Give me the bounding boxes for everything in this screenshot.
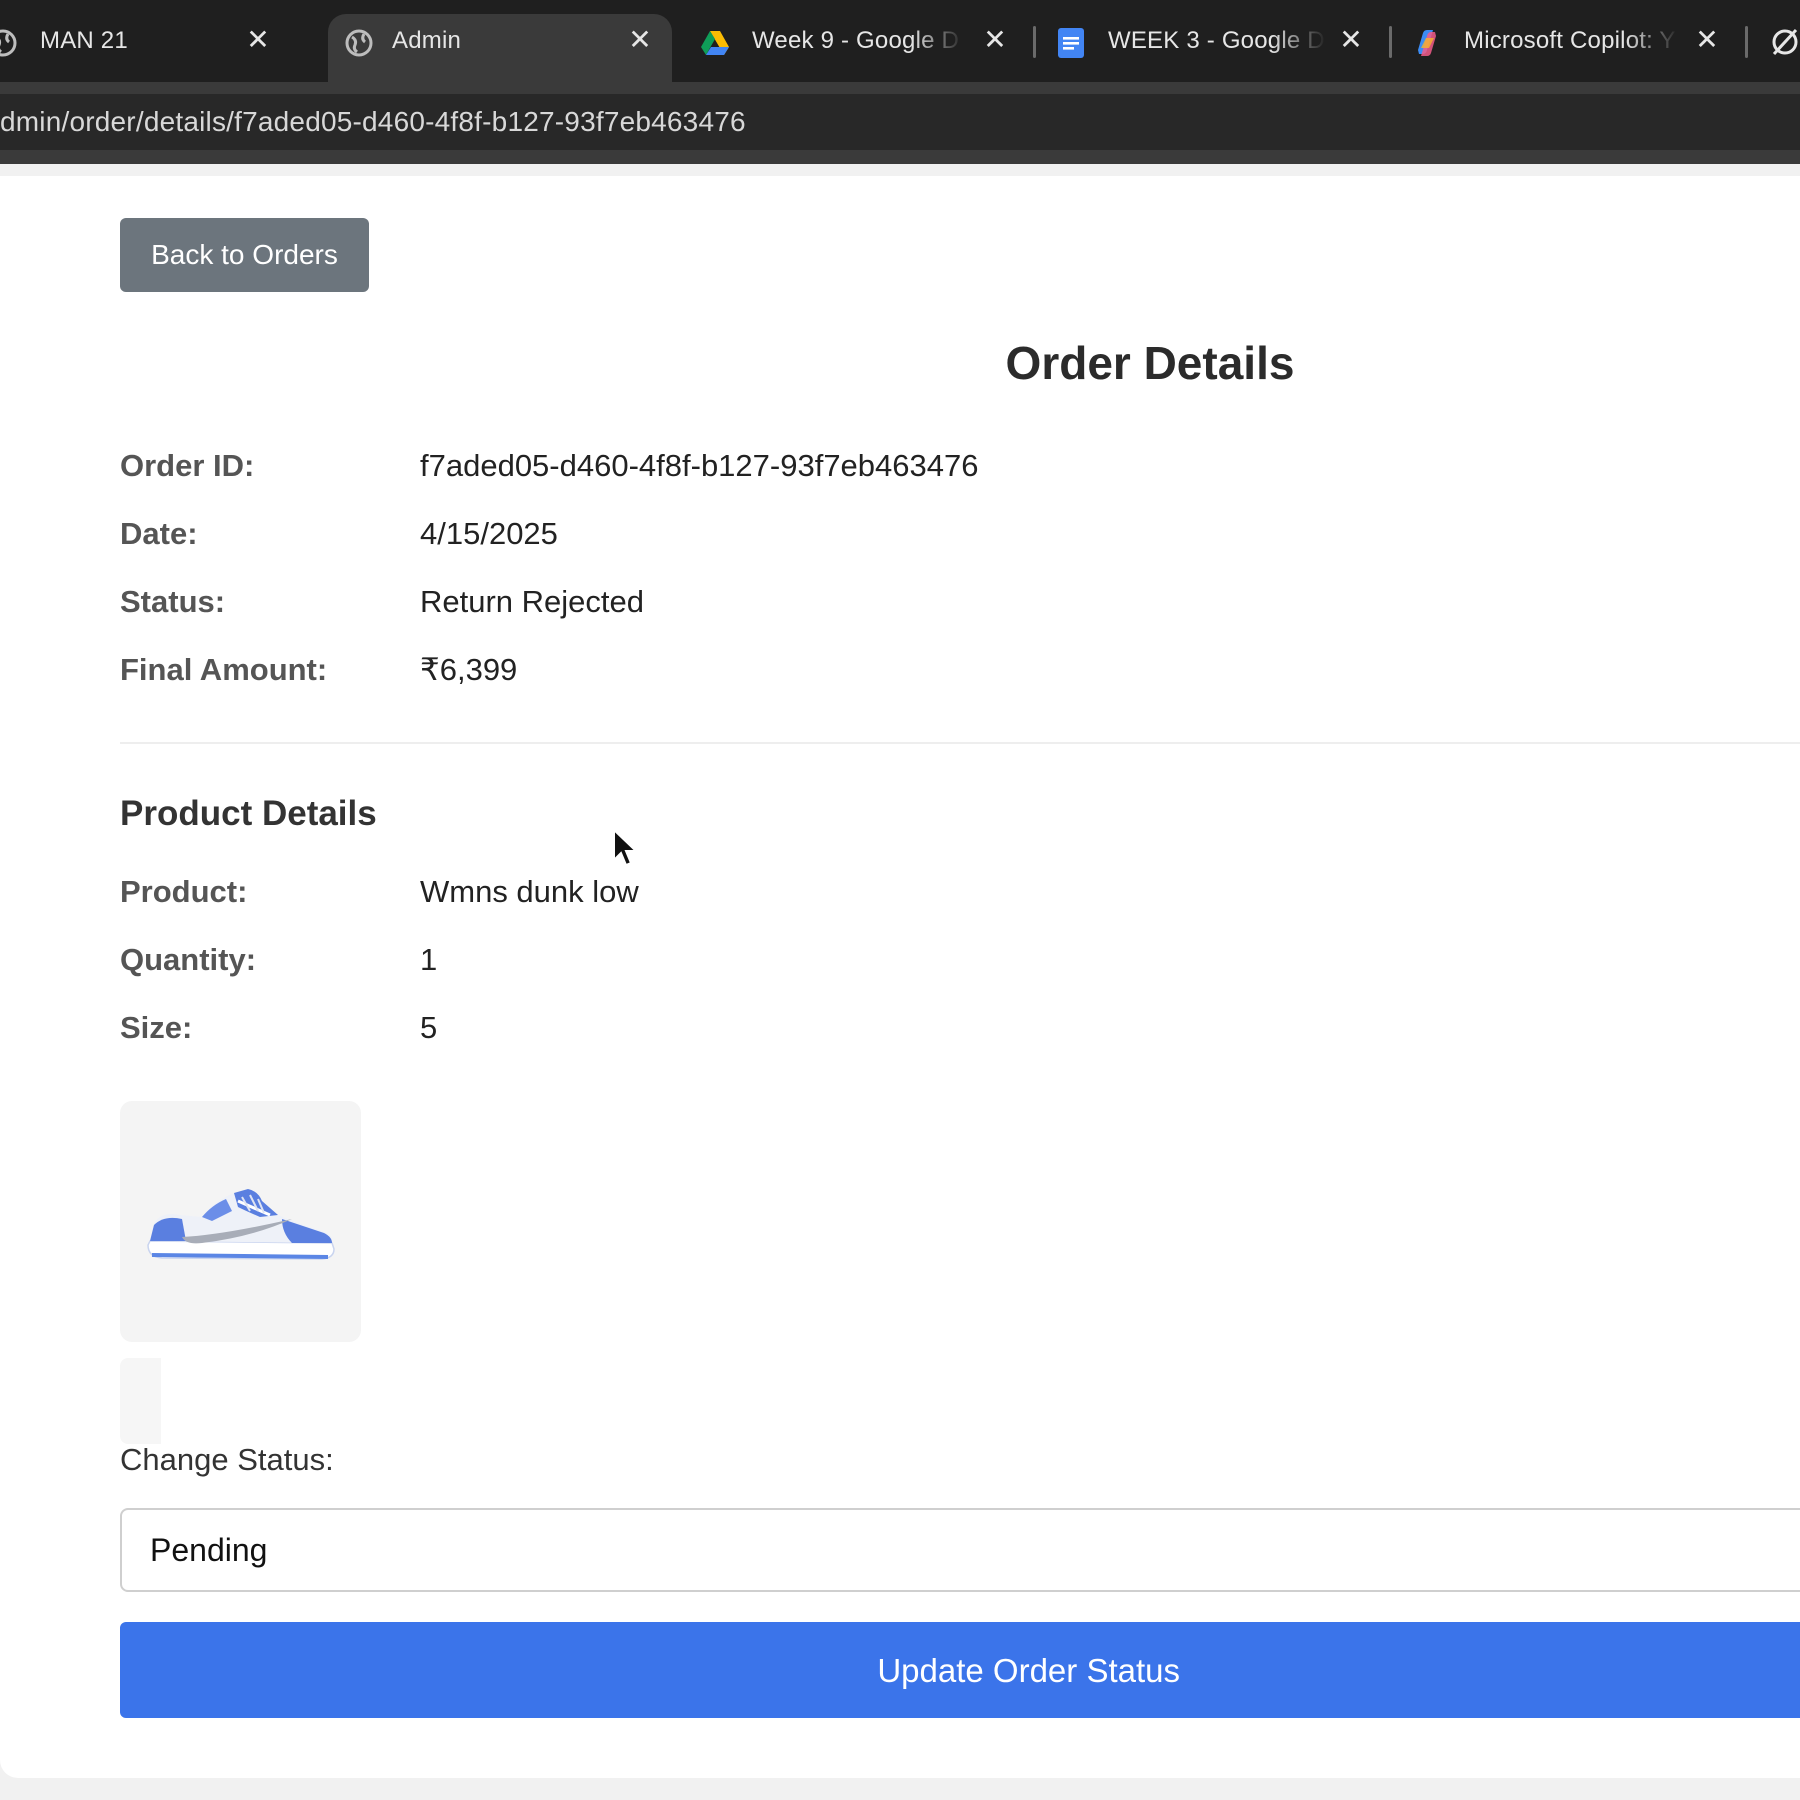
tab-separator [1745,26,1748,58]
copilot-icon [1418,30,1436,56]
update-order-status-label: Update Order Status [877,1652,1180,1689]
product-details-heading: Product Details [120,794,377,833]
globe-icon [345,29,373,57]
status-select-value: Pending [150,1532,268,1568]
browser-tab-bar: MAN 21 ✕ Admin ✕ Week 9 - Google D ✕ WEE… [0,0,1800,82]
tab-title: MAN 21 [40,27,128,54]
date-value: 4/15/2025 [420,516,558,551]
quantity-label: Quantity: [120,942,257,977]
change-status-label: Change Status: [120,1442,334,1477]
tab-man-21[interactable]: MAN 21 ✕ [0,14,308,82]
order-id-value: f7aded05-d460-4f8f-b127-93f7eb463476 [420,448,979,483]
globe-icon [0,29,17,57]
google-drive-icon [701,31,729,55]
tab-microsoft-copilot[interactable]: Microsoft Copilot: Y ✕ [1412,14,1732,82]
quantity-value: 1 [420,942,438,977]
size-label: Size: [120,1010,193,1045]
address-bar-area: dmin/order/details/f7aded05-d460-4f8f-b1… [0,82,1800,164]
status-value: Return Rejected [420,584,645,619]
tab-title: WEEK 3 - Google D [1108,27,1325,54]
final-amount-value: ₹6,399 [420,652,518,687]
tab-week-9[interactable]: Week 9 - Google D ✕ [700,14,1020,82]
section-divider [120,742,1800,744]
sneaker-image [147,1189,335,1260]
tab-close-icon[interactable]: ✕ [625,25,655,55]
partial-tab-icon[interactable] [1770,27,1800,57]
address-bar[interactable]: dmin/order/details/f7aded05-d460-4f8f-b1… [0,94,1800,150]
final-amount-label: Final Amount: [120,652,328,687]
tab-separator [1033,26,1036,58]
tab-close-icon[interactable]: ✕ [1692,25,1722,55]
back-to-orders-button[interactable]: Back to Orders [120,218,369,292]
order-details-page: Back to Orders Order Details Order ID: f… [0,176,1800,1778]
size-value: 5 [420,1010,438,1045]
tab-separator [1389,26,1392,58]
tab-close-icon[interactable]: ✕ [243,25,273,55]
product-image-secondary[interactable] [120,1358,161,1444]
tab-title: Admin [392,27,462,54]
mouse-cursor-icon [613,828,638,867]
status-select[interactable]: Pending [120,1508,1800,1592]
order-id-label: Order ID: [120,448,255,483]
product-label: Product: [120,874,248,909]
tab-title: Week 9 - Google D [752,27,960,54]
product-value: Wmns dunk low [420,874,639,909]
tab-admin[interactable]: Admin ✕ [328,14,672,82]
tab-close-icon[interactable]: ✕ [980,25,1010,55]
product-image[interactable] [120,1101,361,1342]
date-label: Date: [120,516,198,551]
tab-title: Microsoft Copilot: Y [1464,27,1676,54]
update-order-status-button[interactable]: Update Order Status [120,1622,1800,1718]
tab-week-3[interactable]: WEEK 3 - Google D ✕ [1056,14,1376,82]
status-label: Status: [120,584,226,619]
page-title: Order Details [1005,337,1295,389]
url-text[interactable]: dmin/order/details/f7aded05-d460-4f8f-b1… [0,106,746,138]
tab-close-icon[interactable]: ✕ [1336,25,1366,55]
google-docs-icon [1058,28,1084,58]
